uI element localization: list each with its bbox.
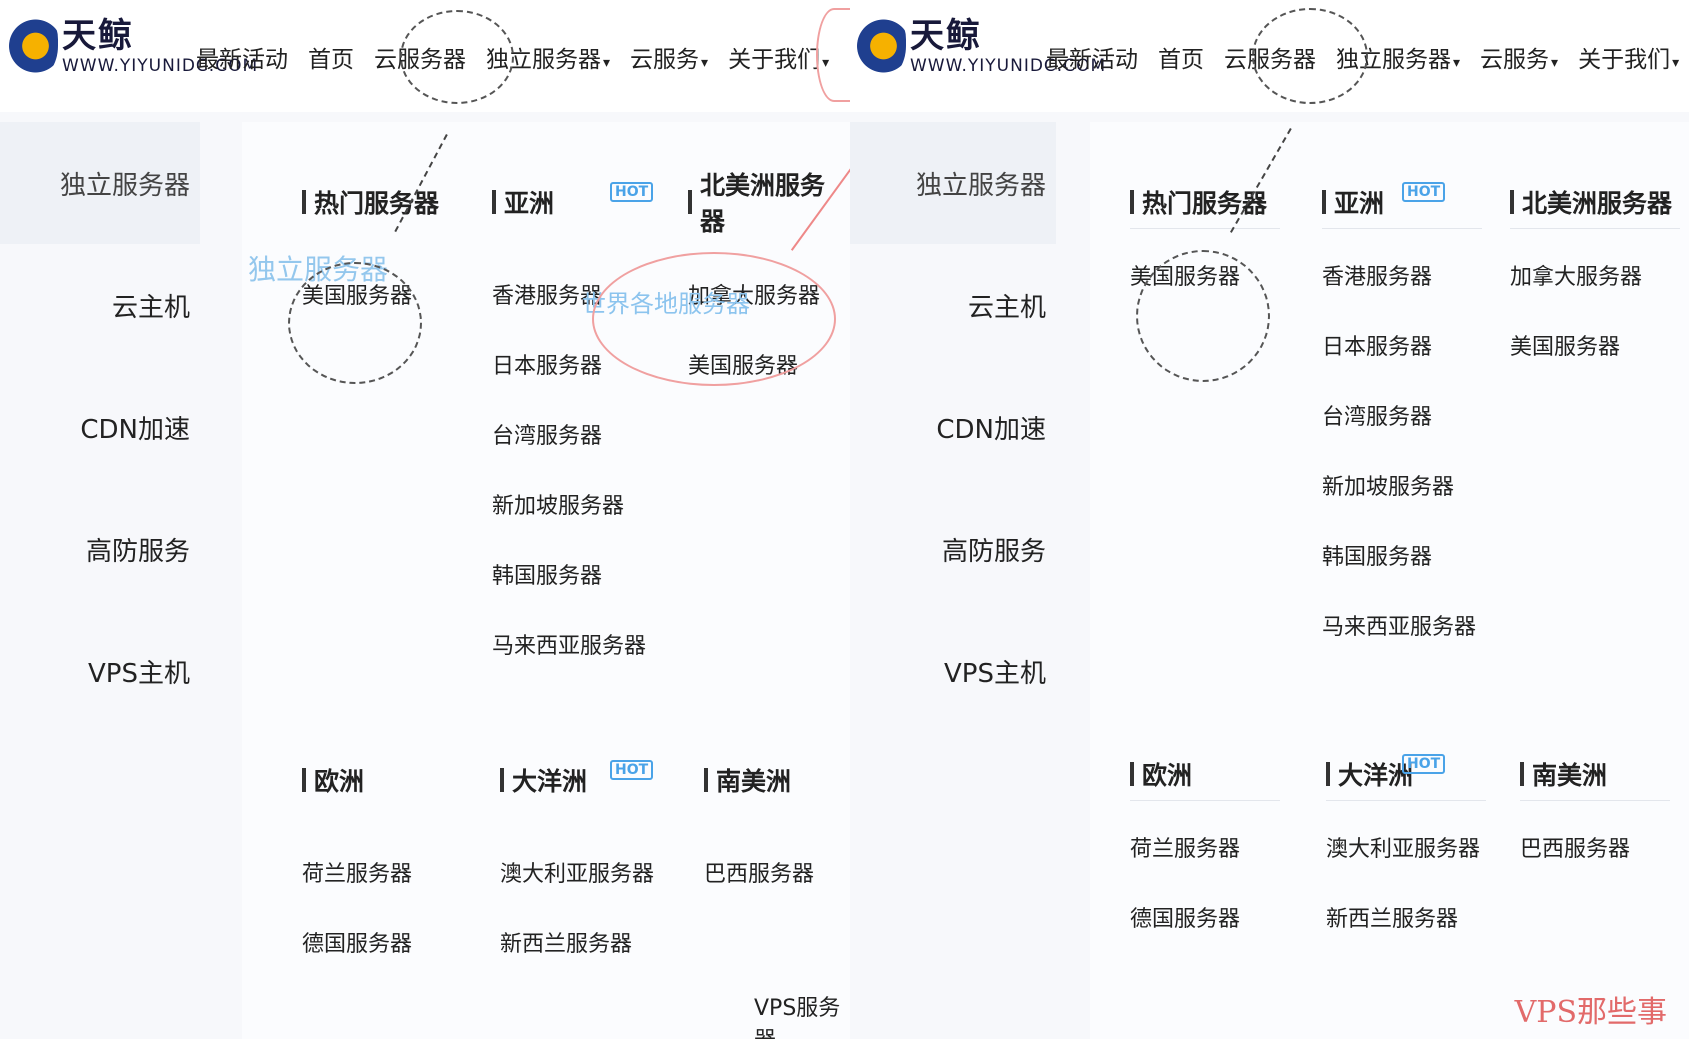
nav-item-activity[interactable]: 最新活动 (1046, 40, 1138, 74)
group-north-america: 北美洲服务器 加拿大服务器 美国服务器 (1510, 182, 1680, 383)
mega-menu-panel: 独立服务器 热门服务器 美国服务器 亚洲 HOT 香港服务器 日本服务器 台湾服… (242, 122, 850, 1039)
sidebar-item-ddos[interactable]: 高防服务 (0, 488, 200, 610)
chevron-down-icon: ▾ (1672, 55, 1680, 71)
left-screenshot: 天鲸 WWW.YIYUNIDC.COM 最新活动 首页 云服务器 独立服务器 ▾ … (0, 0, 850, 1039)
nav-item-dedicated-server[interactable]: 独立服务器 ▾ (1336, 40, 1460, 74)
nav-item-cloud-service[interactable]: 云服务 ▾ (630, 40, 708, 74)
link-kr-server[interactable]: 韩国服务器 (1322, 523, 1482, 593)
logo-icon (8, 12, 58, 80)
link-de-server[interactable]: 德国服务器 (1130, 885, 1280, 955)
nav-item-about[interactable]: 关于我们 ▾ (1578, 40, 1679, 74)
link-hk-server[interactable]: 香港服务器 (1322, 243, 1482, 313)
chevron-down-icon: ▾ (701, 55, 709, 71)
category-sidebar: 独立服务器 云主机 CDN加速 高防服务 VPS主机 (0, 122, 200, 732)
group-europe: 欧洲 荷兰服务器 德国服务器 (1130, 754, 1280, 955)
hot-badge: HOT (1402, 182, 1446, 202)
link-usa-server[interactable]: 美国服务器 (1130, 243, 1280, 313)
group-oceania: 大洋洲 HOT 澳大利亚服务器 新西兰服务器 (1326, 754, 1486, 955)
link-kr-server[interactable]: 韩国服务器 (492, 542, 672, 612)
nav-item-home[interactable]: 首页 (1158, 40, 1204, 74)
group-title: 欧洲 (1142, 761, 1193, 790)
link-br-server[interactable]: 巴西服务器 (704, 840, 844, 910)
group-asia: 亚洲 HOT 香港服务器 日本服务器 台湾服务器 新加坡服务器 韩国服务器 马来… (492, 182, 672, 682)
nav-item-activity[interactable]: 最新活动 (196, 40, 288, 74)
group-south-america: 南美洲 巴西服务器 (1520, 754, 1670, 885)
header-bar: 天鲸 WWW.YIYUNIDC.COM 最新活动 首页 云服务器 独立服务器 ▾ … (850, 0, 1689, 112)
link-nz-server[interactable]: 新西兰服务器 (500, 910, 680, 980)
link-nl-server[interactable]: 荷兰服务器 (302, 840, 482, 910)
link-sg-server[interactable]: 新加坡服务器 (1322, 453, 1482, 523)
hot-badge: HOT (610, 760, 654, 780)
header-bar: 天鲸 WWW.YIYUNIDC.COM 最新活动 首页 云服务器 独立服务器 ▾ … (0, 0, 850, 112)
sidebar-item-vps[interactable]: VPS主机 (850, 610, 1056, 732)
nav-item-cloud-server[interactable]: 云服务器 (374, 40, 466, 74)
logo-icon (856, 12, 906, 80)
nav-item-dedicated-server[interactable]: 独立服务器 ▾ (486, 40, 610, 74)
group-popular: 热门服务器 美国服务器 (1130, 182, 1280, 313)
link-au-server[interactable]: 澳大利亚服务器 (1326, 815, 1486, 885)
link-tw-server[interactable]: 台湾服务器 (492, 402, 672, 472)
group-title: 南美洲 (1532, 761, 1608, 790)
chevron-down-icon: ▾ (603, 55, 611, 71)
group-title: 南美洲 (716, 767, 792, 796)
link-nl-server[interactable]: 荷兰服务器 (1130, 815, 1280, 885)
main-nav: 最新活动 首页 云服务器 独立服务器 ▾ 云服务 ▾ 关于我们 ▾ (1046, 40, 1679, 74)
link-us-server-na[interactable]: 美国服务器 (688, 332, 848, 402)
sidebar-item-cloud-host[interactable]: 云主机 (850, 244, 1056, 366)
chevron-down-icon: ▾ (1551, 55, 1559, 71)
group-title: 欧洲 (314, 767, 365, 796)
group-title: 大洋洲 (512, 767, 588, 796)
link-us-server-na[interactable]: 美国服务器 (1510, 313, 1680, 383)
link-br-server[interactable]: 巴西服务器 (1520, 815, 1670, 885)
chevron-down-icon: ▾ (822, 55, 830, 71)
chevron-down-icon: ▾ (1453, 55, 1461, 71)
link-jp-server[interactable]: 日本服务器 (492, 332, 672, 402)
hot-badge: HOT (610, 182, 654, 202)
hot-badge: HOT (1402, 754, 1446, 774)
group-title: 亚洲 (504, 189, 555, 218)
group-popular: 热门服务器 美国服务器 (302, 182, 472, 332)
nav-item-about[interactable]: 关于我们 ▾ (728, 40, 829, 74)
sidebar-item-cloud-host[interactable]: 云主机 (0, 244, 200, 366)
main-nav: 最新活动 首页 云服务器 独立服务器 ▾ 云服务 ▾ 关于我们 ▾ (196, 40, 829, 74)
right-screenshot: 天鲸 WWW.YIYUNIDC.COM 最新活动 首页 云服务器 独立服务器 ▾ … (850, 0, 1689, 1039)
nav-item-cloud-server[interactable]: 云服务器 (1224, 40, 1316, 74)
nav-item-home[interactable]: 首页 (308, 40, 354, 74)
sidebar-item-dedicated[interactable]: 独立服务器 (850, 122, 1056, 244)
link-de-server[interactable]: 德国服务器 (302, 910, 482, 980)
sidebar-item-dedicated[interactable]: 独立服务器 (0, 122, 200, 244)
group-south-america: 南美洲 巴西服务器 (704, 760, 844, 910)
group-title: 热门服务器 (314, 189, 440, 218)
link-nz-server[interactable]: 新西兰服务器 (1326, 885, 1486, 955)
vps-footer-label: VPS服务器 (754, 996, 841, 1039)
link-jp-server[interactable]: 日本服务器 (1322, 313, 1482, 383)
link-my-server[interactable]: 马来西亚服务器 (1322, 593, 1482, 663)
link-my-server[interactable]: 马来西亚服务器 (492, 612, 672, 682)
sidebar-item-cdn[interactable]: CDN加速 (0, 366, 200, 488)
mega-menu-panel: 热门服务器 美国服务器 亚洲 HOT 香港服务器 日本服务器 台湾服务器 新加坡… (1090, 122, 1689, 1039)
group-title: 热门服务器 (1142, 189, 1268, 218)
group-title: 北美洲服务器 (699, 171, 825, 236)
link-au-server[interactable]: 澳大利亚服务器 (500, 840, 680, 910)
group-europe: 欧洲 荷兰服务器 德国服务器 (302, 760, 482, 980)
group-asia: 亚洲 HOT 香港服务器 日本服务器 台湾服务器 新加坡服务器 韩国服务器 马来… (1322, 182, 1482, 663)
group-title: 北美洲服务器 (1522, 189, 1673, 218)
link-ca-server[interactable]: 加拿大服务器 (1510, 243, 1680, 313)
group-title: 亚洲 (1334, 189, 1385, 218)
group-oceania: 大洋洲 HOT 澳大利亚服务器 新西兰服务器 (500, 760, 680, 980)
link-usa-server[interactable]: 美国服务器 (302, 262, 472, 332)
link-sg-server[interactable]: 新加坡服务器 (492, 472, 672, 542)
sidebar-item-ddos[interactable]: 高防服务 (850, 488, 1056, 610)
link-tw-server[interactable]: 台湾服务器 (1322, 383, 1482, 453)
sidebar-item-cdn[interactable]: CDN加速 (850, 366, 1056, 488)
category-sidebar: 独立服务器 云主机 CDN加速 高防服务 VPS主机 (850, 122, 1056, 732)
world-servers-label: 世界各地服务器 (582, 290, 750, 318)
sidebar-item-vps[interactable]: VPS主机 (0, 610, 200, 732)
watermark: VPS那些事 (1514, 995, 1667, 1030)
nav-item-cloud-service[interactable]: 云服务 ▾ (1480, 40, 1558, 74)
